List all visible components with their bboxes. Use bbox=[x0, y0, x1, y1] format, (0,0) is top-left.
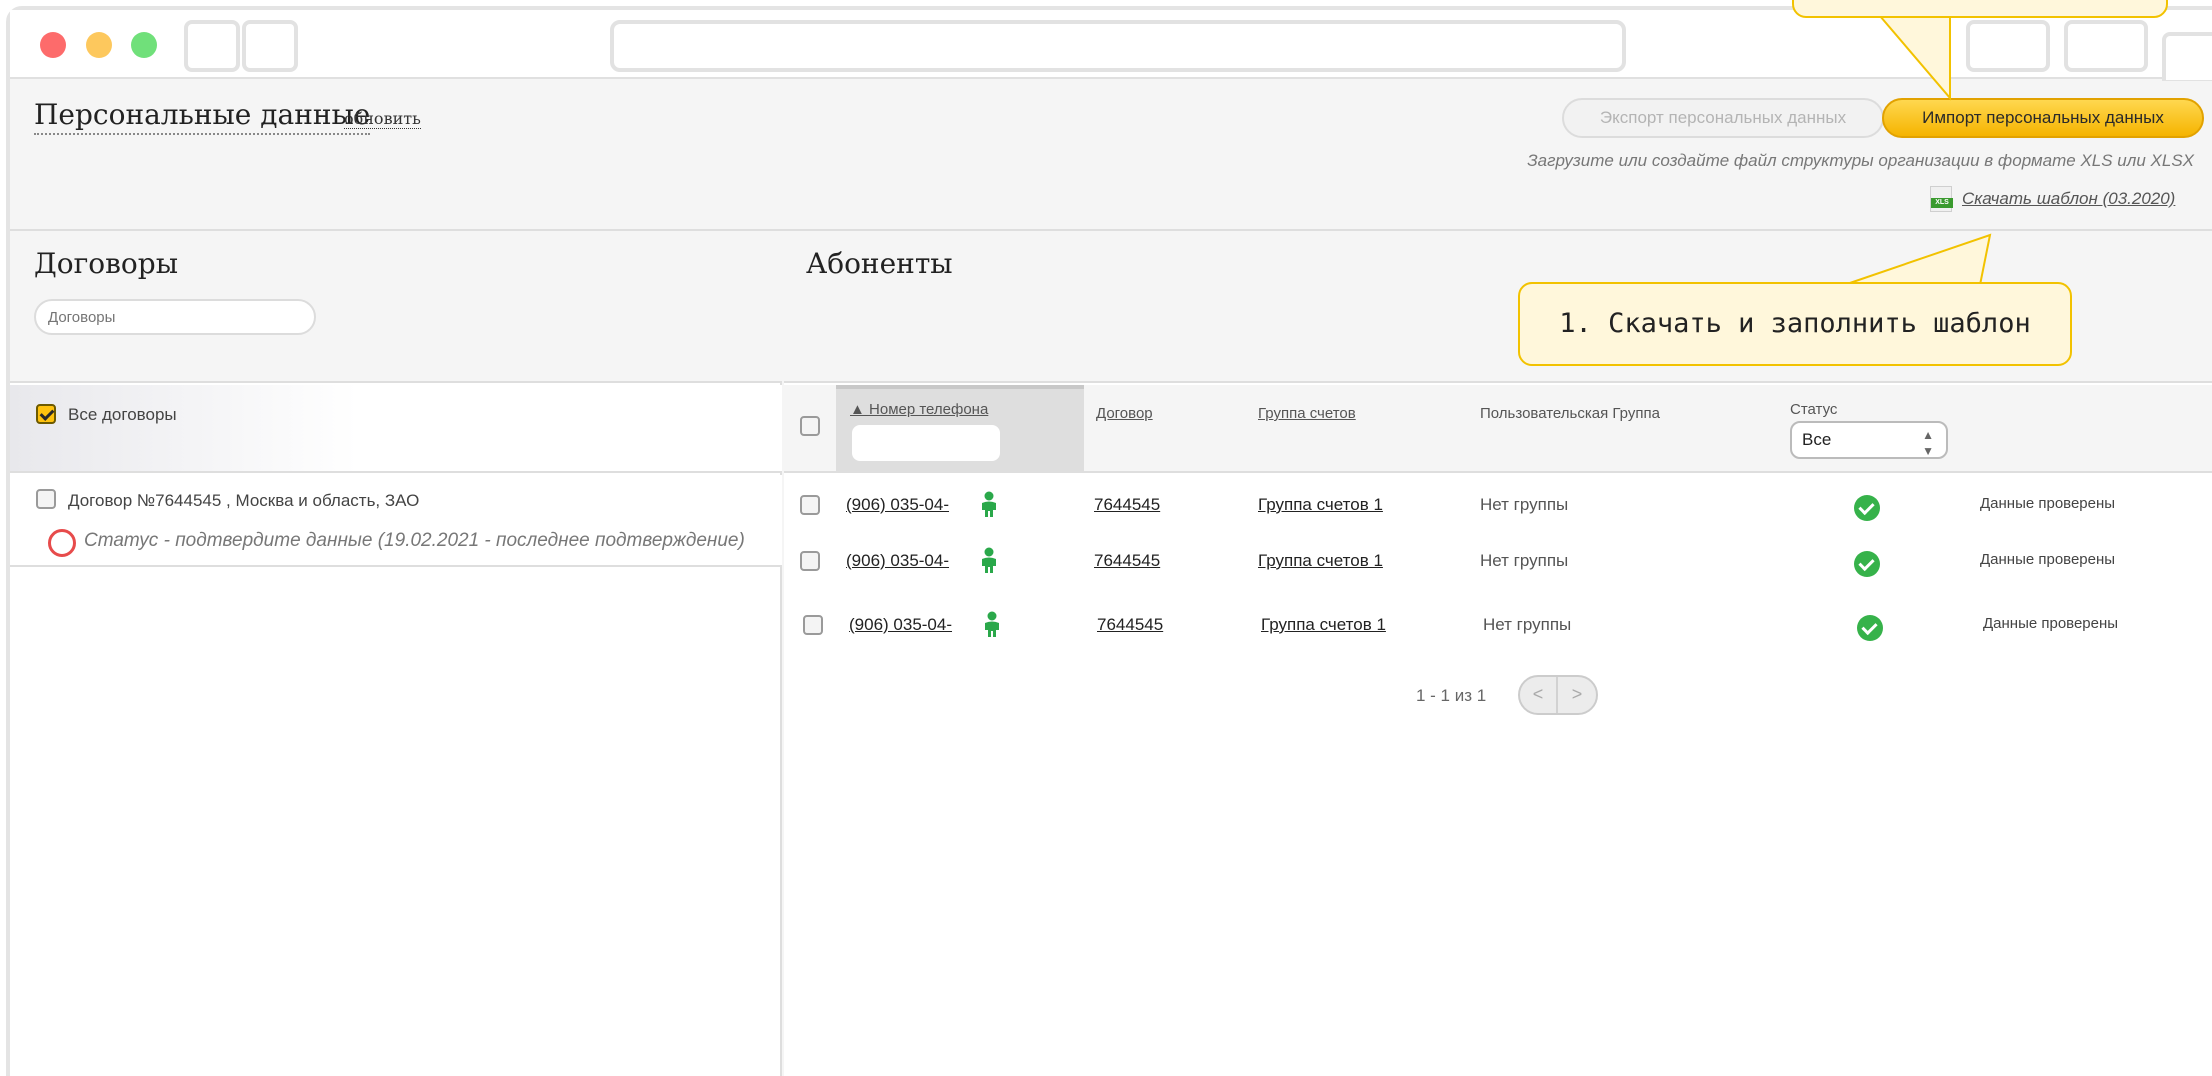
all-contracts-label: Все договоры bbox=[68, 405, 177, 424]
all-contracts-checkbox[interactable] bbox=[36, 404, 56, 424]
back-button[interactable] bbox=[184, 20, 240, 72]
contract-column-header[interactable]: Договор bbox=[1096, 405, 1153, 422]
user-group-value: Нет группы bbox=[1480, 551, 1569, 570]
group-link[interactable]: Группа счетов 1 bbox=[1258, 551, 1383, 571]
phone-filter-input[interactable] bbox=[852, 425, 1000, 461]
person-icon bbox=[982, 547, 996, 573]
forward-button[interactable] bbox=[242, 20, 298, 72]
all-contracts-row[interactable]: Все договоры bbox=[10, 385, 782, 473]
phone-sort-label[interactable]: ▲ Номер телефона bbox=[850, 401, 988, 418]
user-group-column-header: Пользовательская Группа bbox=[1480, 405, 1660, 422]
status-text: Данные проверены bbox=[1983, 615, 2119, 632]
address-bar[interactable] bbox=[610, 20, 1626, 72]
table-row[interactable]: (906) 035-04- 7644545 Группа счетов 1 Не… bbox=[784, 477, 2212, 533]
export-button[interactable]: Экспорт персональных данных bbox=[1562, 98, 1884, 138]
subscribers-title: Абоненты bbox=[806, 247, 953, 280]
table-row[interactable]: (906) 035-04- 7644545 Группа счетов 1 Не… bbox=[784, 533, 2212, 589]
check-circle-icon bbox=[1857, 615, 1883, 641]
contracts-header: Договоры bbox=[10, 233, 782, 383]
check-circle-icon bbox=[1854, 551, 1880, 577]
check-circle-icon bbox=[1854, 495, 1880, 521]
xls-file-icon: XLS bbox=[1930, 186, 1953, 212]
close-window-icon[interactable] bbox=[40, 32, 66, 58]
status-warning-icon bbox=[48, 529, 76, 557]
minimize-window-icon[interactable] bbox=[86, 32, 112, 58]
pager-prev-button[interactable]: < bbox=[1520, 677, 1558, 713]
contract-link[interactable]: 7644545 bbox=[1094, 551, 1160, 571]
status-filter-value: Все bbox=[1802, 430, 1832, 449]
maximize-window-icon[interactable] bbox=[131, 32, 157, 58]
import-callout bbox=[1792, 0, 2168, 18]
toolbar-button-3[interactable] bbox=[2162, 32, 2212, 84]
page-header: Персональные данные обновить Экспорт пер… bbox=[10, 81, 2212, 231]
contracts-search-input[interactable] bbox=[34, 299, 316, 335]
table-header: ▲ Номер телефона Договор Группа счетов П… bbox=[784, 385, 2212, 473]
status-text: Данные проверены bbox=[1980, 551, 2116, 568]
status-text: Данные проверены bbox=[1980, 495, 2116, 512]
pager: < > bbox=[1518, 675, 1598, 715]
status-filter-select[interactable]: Все ▲ ▼ bbox=[1790, 421, 1948, 459]
phone-link[interactable]: (906) 035-04- bbox=[846, 495, 949, 515]
person-icon bbox=[985, 611, 999, 637]
toolbar-button-2[interactable] bbox=[2064, 20, 2148, 72]
import-button[interactable]: Импорт персональных данных bbox=[1882, 98, 2204, 138]
select-arrows-icon: ▲ ▼ bbox=[1922, 428, 1934, 458]
download-callout: 1. Скачать и заполнить шаблон bbox=[1518, 282, 2072, 366]
group-link[interactable]: Группа счетов 1 bbox=[1258, 495, 1383, 515]
row-checkbox[interactable] bbox=[803, 615, 823, 635]
user-group-value: Нет группы bbox=[1483, 615, 1572, 634]
pager-next-button[interactable]: > bbox=[1558, 677, 1596, 713]
phone-column-header[interactable]: ▲ Номер телефона bbox=[836, 385, 1084, 473]
contract-link[interactable]: 7644545 bbox=[1094, 495, 1160, 515]
xls-badge: XLS bbox=[1931, 198, 1953, 208]
phone-link[interactable]: (906) 035-04- bbox=[849, 615, 952, 635]
user-group-value: Нет группы bbox=[1480, 495, 1569, 514]
row-checkbox[interactable] bbox=[800, 551, 820, 571]
contract-link[interactable]: 7644545 bbox=[1097, 615, 1163, 635]
table-row[interactable]: (906) 035-04- 7644545 Группа счетов 1 Не… bbox=[787, 597, 2212, 653]
browser-toolbar bbox=[10, 10, 2212, 84]
download-template-link[interactable]: Скачать шаблон (03.2020) bbox=[1962, 189, 2175, 209]
select-all-checkbox[interactable] bbox=[800, 416, 820, 436]
contract-list-item[interactable]: Договор №7644545 , Москва и область, ЗАО… bbox=[10, 475, 782, 567]
contracts-title: Договоры bbox=[34, 247, 178, 280]
status-column-header: Статус bbox=[1790, 401, 1838, 418]
row-checkbox[interactable] bbox=[800, 495, 820, 515]
contract-checkbox[interactable] bbox=[36, 489, 56, 509]
group-link[interactable]: Группа счетов 1 bbox=[1261, 615, 1386, 635]
upload-hint: Загрузите или создайте файл структуры ор… bbox=[1527, 151, 2194, 170]
toolbar-button-1[interactable] bbox=[1966, 20, 2050, 72]
person-icon bbox=[982, 491, 996, 517]
contracts-panel: Договоры Все договоры Договор №7644545 ,… bbox=[10, 233, 782, 1076]
refresh-link[interactable]: обновить bbox=[344, 109, 421, 129]
contract-name: Договор №7644545 , Москва и область, ЗАО bbox=[68, 491, 420, 510]
group-column-header[interactable]: Группа счетов bbox=[1258, 405, 1356, 422]
page-title: Персональные данные bbox=[34, 97, 371, 135]
pager-info: 1 - 1 из 1 bbox=[1416, 686, 1487, 705]
phone-link[interactable]: (906) 035-04- bbox=[846, 551, 949, 571]
contract-status: Статус - подтвердите данные (19.02.2021 … bbox=[84, 530, 745, 551]
